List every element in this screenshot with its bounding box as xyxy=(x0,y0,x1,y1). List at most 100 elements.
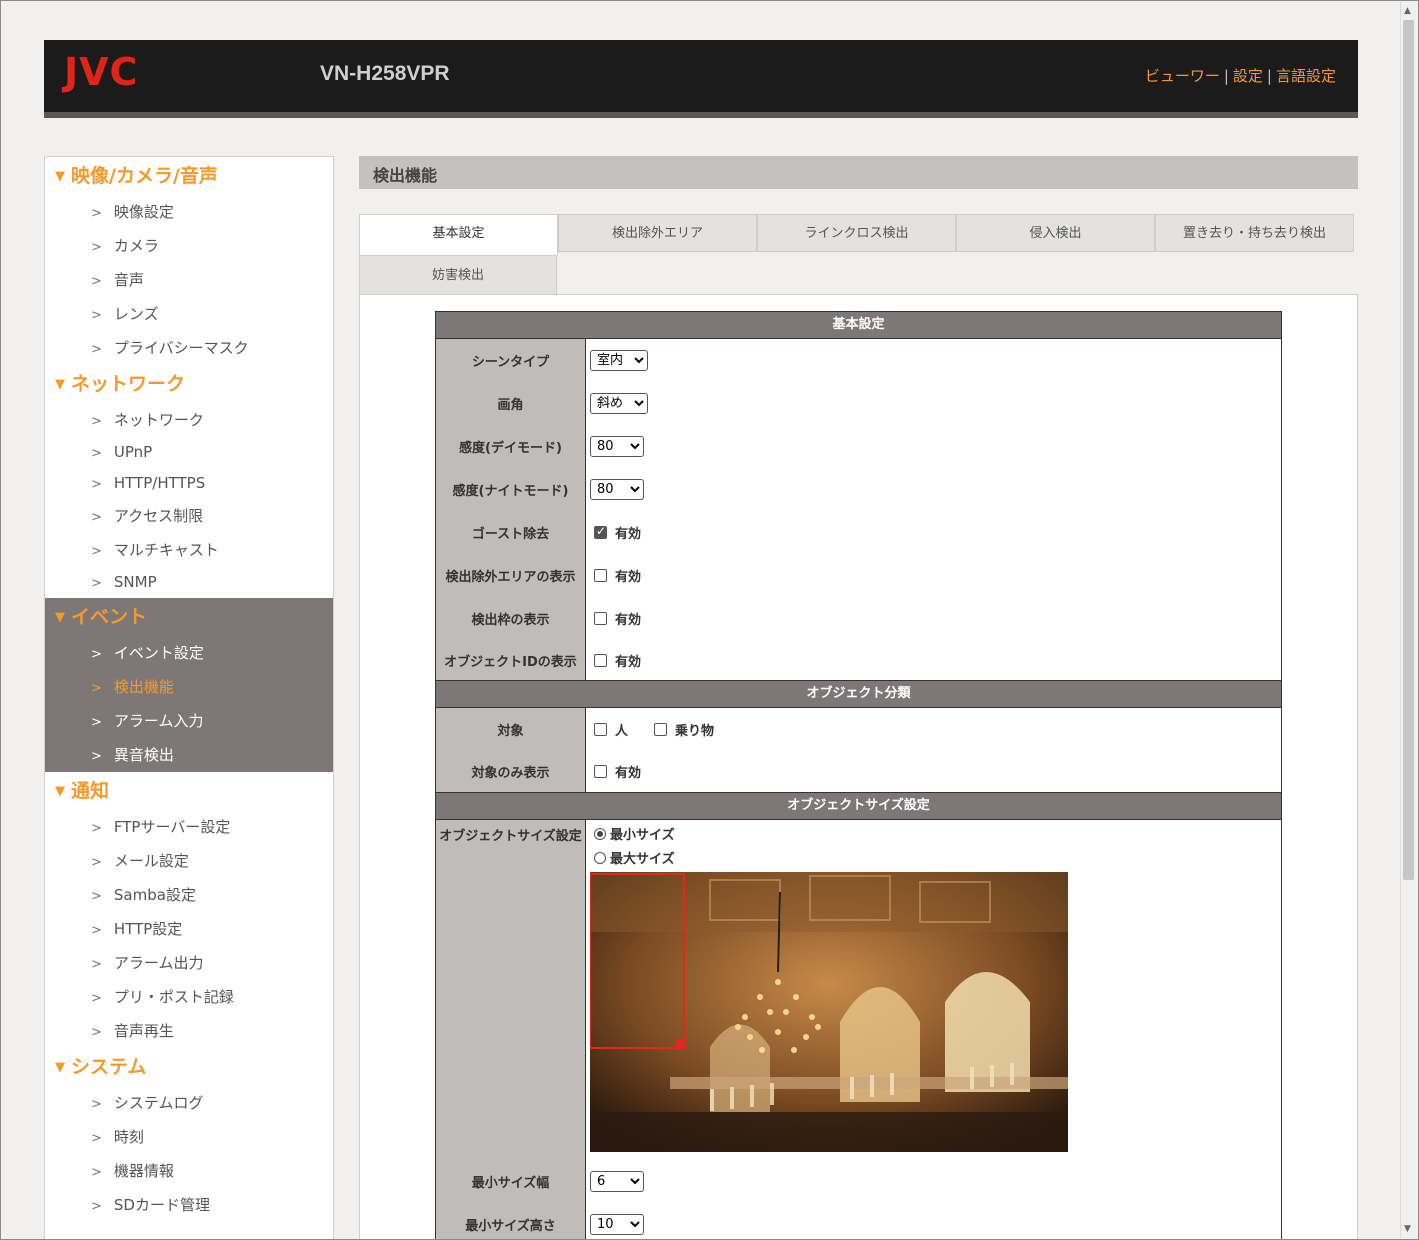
sidebar-item-label: FTPサーバー設定 xyxy=(113,818,231,836)
sidebar-item-label: レンズ xyxy=(113,305,159,323)
ghost-removal-label: ゴースト除去 xyxy=(436,511,586,554)
chevron-right-icon: > xyxy=(91,1131,102,1146)
sidebar-item-network[interactable]: > ネットワーク xyxy=(45,403,333,437)
chevron-right-icon: > xyxy=(91,749,102,764)
resize-handle[interactable] xyxy=(676,1040,685,1049)
sidebar-item-samba[interactable]: > Samba設定 xyxy=(45,878,333,912)
min-height-label: 最小サイズ高さ xyxy=(436,1203,586,1239)
option-label: 有効 xyxy=(615,766,642,781)
triangle-down-icon: ▼ xyxy=(55,1060,65,1075)
tab-left-removed[interactable]: 置き去り・持ち去り検出 xyxy=(1155,214,1354,252)
sidebar-item-audio-playback[interactable]: > 音声再生 xyxy=(45,1014,333,1048)
sidebar-item-label: アラーム入力 xyxy=(113,712,204,730)
viewer-link[interactable]: ビューワー xyxy=(1145,67,1220,85)
chevron-right-icon: > xyxy=(91,647,102,662)
chevron-right-icon: > xyxy=(91,576,102,591)
target-label: 対象 xyxy=(436,708,586,751)
sidebar-section-notification: ▼ 通知 > FTPサーバー設定 > メール設定 > Samba設定 > HTTP設定 >… xyxy=(45,772,333,1048)
triangle-down-icon: ▼ xyxy=(55,784,65,799)
top-nav: ビューワー | 設定 | 言語設定 xyxy=(1145,65,1336,86)
sidebar-item-audio[interactable]: > 音声 xyxy=(45,263,333,297)
tab-line-cross[interactable]: ラインクロス検出 xyxy=(757,214,956,252)
tab-intrusion[interactable]: 侵入検出 xyxy=(956,214,1155,252)
chevron-right-icon: > xyxy=(91,855,102,870)
language-settings-link[interactable]: 言語設定 xyxy=(1276,67,1336,85)
section-header-classification: オブジェクト分類 xyxy=(436,680,1281,708)
option-label: 有効 xyxy=(615,527,642,542)
scroll-down-icon[interactable]: ▼ xyxy=(1404,1224,1411,1234)
sidebar-item-http-https[interactable]: > HTTP/HTTPS xyxy=(45,468,333,499)
min-size-radio[interactable] xyxy=(594,827,606,840)
sidebar-section-header[interactable]: ▼ 通知 xyxy=(45,772,333,810)
sidebar-item-camera[interactable]: > カメラ xyxy=(45,229,333,263)
row-scene-type: シーンタイプ 室内 xyxy=(436,339,1281,382)
sidebar-item-mail[interactable]: > メール設定 xyxy=(45,844,333,878)
ghost-removal-checkbox[interactable] xyxy=(594,524,607,539)
object-id-display-checkbox[interactable] xyxy=(594,653,607,667)
sidebar-item-snmp[interactable]: > SNMP xyxy=(45,567,333,598)
chevron-right-icon: > xyxy=(91,274,102,289)
tab-tamper[interactable]: 妨害検出 xyxy=(359,255,557,295)
frame-display-checkbox[interactable] xyxy=(594,612,607,625)
min-width-label: 最小サイズ幅 xyxy=(436,1160,586,1203)
sidebar: ▼ 映像/カメラ/音声 > 映像設定 > カメラ > 音声 > レンズ > プライバシーマス… xyxy=(44,156,334,1239)
sidebar-item-privacy-mask[interactable]: > プライバシーマスク xyxy=(45,331,333,365)
sidebar-item-http-settings[interactable]: > HTTP設定 xyxy=(45,912,333,946)
sidebar-item-video-settings[interactable]: > 映像設定 xyxy=(45,195,333,229)
view-angle-label: 画角 xyxy=(436,382,586,425)
sidebar-item-time[interactable]: > 時刻 xyxy=(45,1120,333,1154)
scroll-up-icon[interactable]: ▲ xyxy=(1404,6,1411,16)
sidebar-section-header[interactable]: ▼ イベント xyxy=(45,598,333,636)
sidebar-item-device-info[interactable]: > 機器情報 xyxy=(45,1154,333,1188)
chevron-right-icon: > xyxy=(91,715,102,730)
sidebar-item-label: アラーム出力 xyxy=(113,954,204,972)
sidebar-item-pre-post-record[interactable]: > プリ・ポスト記録 xyxy=(45,980,333,1014)
scroll-thumb[interactable] xyxy=(1403,20,1414,880)
sidebar-item-detection[interactable]: > 検出機能 xyxy=(45,670,333,704)
exclusion-display-checkbox[interactable] xyxy=(594,569,607,582)
settings-link[interactable]: 設定 xyxy=(1233,67,1263,85)
sensitivity-day-select[interactable]: 80 xyxy=(590,436,644,457)
view-angle-select[interactable]: 斜め xyxy=(590,393,648,414)
sensitivity-night-select[interactable]: 80 xyxy=(590,479,644,500)
sidebar-item-alarm-output[interactable]: > アラーム出力 xyxy=(45,946,333,980)
sidebar-item-system-log[interactable]: > システムログ xyxy=(45,1086,333,1120)
sidebar-section-header[interactable]: ▼ ネットワーク xyxy=(45,365,333,403)
min-height-select[interactable]: 10 xyxy=(590,1214,644,1235)
page-title: 検出機能 xyxy=(373,166,438,185)
sidebar-item-audio-detection[interactable]: > 異音検出 xyxy=(45,738,333,772)
sidebar-section-header[interactable]: ▼ システム xyxy=(45,1048,333,1086)
triangle-down-icon: ▼ xyxy=(55,377,65,392)
sidebar-item-label: 検出機能 xyxy=(113,678,174,696)
max-size-radio[interactable] xyxy=(594,851,606,864)
sidebar-section-header[interactable]: ▼ 映像/カメラ/音声 xyxy=(45,157,333,195)
scene-type-label: シーンタイプ xyxy=(436,339,586,382)
camera-preview-image[interactable] xyxy=(590,872,1068,1152)
sidebar-item-alarm-input[interactable]: > アラーム入力 xyxy=(45,704,333,738)
camera-scene xyxy=(590,872,1068,1152)
section-title: 映像/カメラ/音声 xyxy=(71,165,218,187)
sidebar-section-video: ▼ 映像/カメラ/音声 > 映像設定 > カメラ > 音声 > レンズ > プライバシーマス… xyxy=(45,157,333,365)
vehicle-checkbox[interactable] xyxy=(654,723,668,736)
target-only-checkbox[interactable] xyxy=(594,765,607,778)
vertical-scrollbar[interactable]: ▲ ▼ xyxy=(1400,2,1417,1238)
tab-exclusion-area[interactable]: 検出除外エリア xyxy=(558,214,757,252)
person-checkbox[interactable] xyxy=(594,723,607,736)
header-bar: JVC VN-H258VPR ビューワー | 設定 | 言語設定 xyxy=(44,40,1358,118)
sidebar-item-label: Samba設定 xyxy=(113,886,196,904)
min-width-select[interactable]: 6 xyxy=(590,1171,644,1192)
row-ghost-removal: ゴースト除去 有効 xyxy=(436,511,1281,554)
scene-type-select[interactable]: 室内 xyxy=(590,350,648,371)
sidebar-item-access-control[interactable]: > アクセス制限 xyxy=(45,499,333,533)
sidebar-item-multicast[interactable]: > マルチキャスト xyxy=(45,533,333,567)
sidebar-item-lens[interactable]: > レンズ xyxy=(45,297,333,331)
tab-basic-settings[interactable]: 基本設定 xyxy=(359,214,558,255)
sidebar-item-event-settings[interactable]: > イベント設定 xyxy=(45,636,333,670)
model-name: VN-H258VPR xyxy=(320,62,450,85)
sidebar-item-ftp[interactable]: > FTPサーバー設定 xyxy=(45,810,333,844)
sidebar-item-upnp[interactable]: > UPnP xyxy=(45,437,333,468)
row-view-angle: 画角 斜め xyxy=(436,382,1281,425)
sidebar-item-sd-card[interactable]: > SDカード管理 xyxy=(45,1188,333,1222)
chevron-right-icon: > xyxy=(91,446,102,461)
sidebar-item-label: HTTP設定 xyxy=(113,920,183,938)
